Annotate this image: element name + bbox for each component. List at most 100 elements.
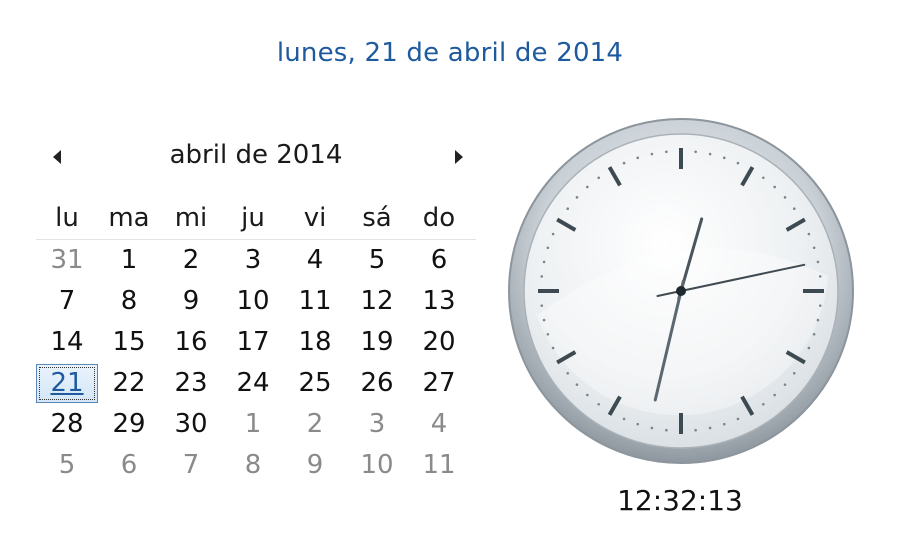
calendar-day[interactable]: 5 [36,445,98,486]
full-date-link[interactable]: lunes, 21 de abril de 2014 [0,38,900,68]
triangle-left-icon [53,150,61,164]
calendar-day[interactable]: 3 [222,240,284,281]
minute-dot [665,150,668,154]
calendar-week-row: 31 1 2 3 4 5 6 [36,240,476,281]
minute-dot [597,402,601,406]
minute-dot [736,417,740,421]
minute-dot [761,176,765,180]
weekday-label: lu [55,203,79,233]
calendar-grid: lu ma mi ju vi sá do 31 1 2 3 4 5 6 7 8 9 10 11 12 13… [36,197,476,486]
calendar-day[interactable]: 4 [408,404,470,445]
weekday-label: mi [174,203,208,233]
minute-dot [807,346,811,350]
minute-dot [650,426,654,430]
minute-dot [665,428,668,432]
calendar-week-row: 5 6 7 8 9 10 11 [36,445,476,486]
calendar-day[interactable]: 31 [36,240,98,281]
minute-dot [783,383,787,386]
minute-dot [722,422,726,426]
minute-dot [773,393,776,397]
minute-dot [792,207,796,211]
minute-dot [586,185,589,189]
calendar-week-row: 7 8 9 10 11 12 13 [36,281,476,322]
calendar-day[interactable]: 15 [98,322,160,363]
calendar-day[interactable]: 16 [160,322,222,363]
minute-dot [812,246,816,250]
calendar-week-row: 28 29 30 1 2 3 4 [36,404,476,445]
calendar-day[interactable]: 2 [284,404,346,445]
calendar-day[interactable]: 1 [98,240,160,281]
calendar-day-today[interactable]: 21 [36,364,98,403]
calendar-day[interactable]: 30 [160,404,222,445]
minute-dot [816,260,820,264]
weekday-label: do [422,203,456,233]
minute-dot [540,275,544,278]
calendar-day[interactable]: 25 [284,363,346,404]
digital-time: 12:32:13 [617,484,743,517]
calendar-day[interactable]: 9 [284,445,346,486]
triangle-right-icon [455,150,463,164]
minute-dot [773,185,776,189]
calendar-day[interactable]: 7 [160,445,222,486]
month-title[interactable]: abril de 2014 [156,140,356,170]
calendar-day[interactable]: 19 [346,322,408,363]
calendar-day[interactable]: 26 [346,363,408,404]
weekday-label: vi [303,203,327,233]
calendar-day[interactable]: 20 [408,322,470,363]
minute-dot [540,304,544,307]
calendar-day[interactable]: 6 [98,445,160,486]
calendar-day[interactable]: 1 [222,404,284,445]
previous-month-button[interactable] [44,142,70,172]
minute-dot [597,176,601,180]
calendar-day[interactable]: 17 [222,322,284,363]
calendar-day[interactable]: 18 [284,322,346,363]
calendar-day[interactable]: 11 [408,445,470,486]
calendar-navigation: abril de 2014 [36,138,486,178]
minute-dot [546,246,550,250]
calendar-day[interactable]: 8 [222,445,284,486]
minute-dot [722,156,726,160]
minute-dot [546,332,550,336]
calendar-day[interactable]: 14 [36,322,98,363]
minute-dot [694,150,697,154]
minute-dot [566,371,570,375]
calendar-day[interactable]: 22 [98,363,160,404]
calendar-day[interactable]: 10 [346,445,408,486]
minute-dot [542,318,546,322]
calendar-day[interactable]: 24 [222,363,284,404]
minute-dot [792,371,796,375]
calendar-day[interactable]: 10 [222,281,284,322]
calendar-day[interactable]: 3 [346,404,408,445]
minute-dot [551,232,555,236]
weekday-label: ju [241,203,265,233]
minute-dot [694,428,697,432]
next-month-button[interactable] [446,142,472,172]
calendar-day[interactable]: 23 [160,363,222,404]
minute-dot [542,260,546,264]
minute-dot [636,156,640,160]
minute-dot [783,196,787,199]
minute-dot [622,417,626,421]
calendar-day[interactable]: 4 [284,240,346,281]
calendar-day[interactable]: 9 [160,281,222,322]
calendar-day[interactable]: 7 [36,281,98,322]
calendar-week-row: 14 15 16 17 18 19 20 [36,322,476,363]
calendar-day[interactable]: 8 [98,281,160,322]
weekday-label: sá [362,203,392,233]
minute-dot [807,232,811,236]
calendar-week-row: 21 22 23 24 25 26 27 [36,363,476,404]
calendar-day[interactable]: 12 [346,281,408,322]
minute-dot [708,426,712,430]
calendar-day[interactable]: 27 [408,363,470,404]
calendar-day[interactable]: 28 [36,404,98,445]
minute-dot [761,402,765,406]
calendar-day[interactable]: 29 [98,404,160,445]
calendar-day[interactable]: 6 [408,240,470,281]
calendar-day[interactable]: 13 [408,281,470,322]
minute-dot [636,422,640,426]
clock-center [676,286,686,296]
calendar-day[interactable]: 5 [346,240,408,281]
calendar-day[interactable]: 2 [160,240,222,281]
calendar-day[interactable]: 11 [284,281,346,322]
minute-dot [622,161,626,165]
